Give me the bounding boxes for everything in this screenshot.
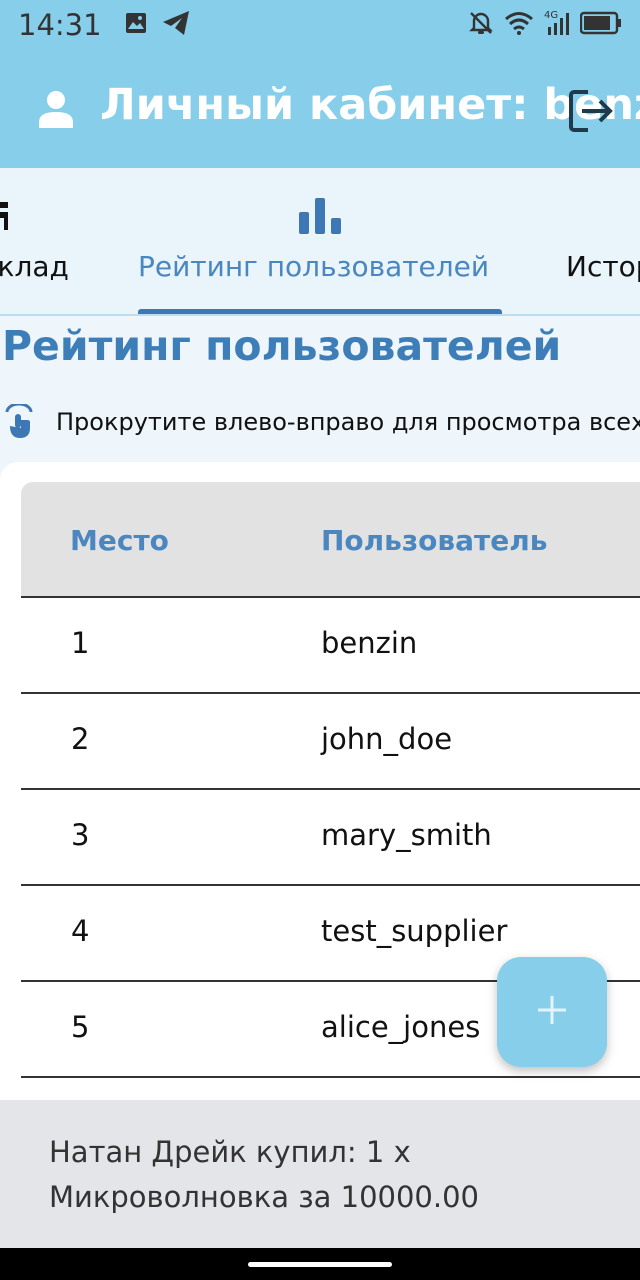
- bell-off-icon: [468, 10, 494, 41]
- tab-label: Рейтинг пользователей: [138, 250, 490, 283]
- user-cell: mary_smith: [321, 818, 492, 852]
- telegram-icon: [162, 10, 190, 41]
- cellular-4g-icon: 4G: [544, 9, 570, 42]
- column-header-user[interactable]: Пользователь: [321, 524, 547, 557]
- table-row[interactable]: 3 mary_smith: [21, 790, 640, 886]
- rank-cell: 3: [71, 818, 90, 852]
- user-cell: alice_jones: [321, 1010, 481, 1044]
- column-header-rank[interactable]: Место: [70, 524, 169, 557]
- swipe-icon: [4, 402, 34, 445]
- gallery-icon: [124, 11, 148, 40]
- rank-cell: 4: [71, 914, 90, 948]
- battery-icon: [579, 11, 622, 40]
- plus-icon: [536, 994, 568, 1031]
- system-nav-bar: [0, 1248, 640, 1280]
- svg-text:4G: 4G: [544, 10, 558, 21]
- bar-chart-icon: [299, 198, 341, 239]
- snackbar-message: Натан Дрейк купил: 1 х Микроволновка за …: [49, 1135, 479, 1214]
- tab-bar: Склад Рейтинг пользователей История: [0, 168, 640, 316]
- home-handle[interactable]: [248, 1262, 392, 1267]
- scroll-hint: Прокрутите влево-вправо для просмотра вс…: [0, 402, 640, 446]
- tab-label: История: [566, 250, 640, 283]
- page-title: Личный кабинет: benzin: [100, 80, 640, 130]
- tab-indicator: [138, 309, 502, 314]
- snackbar: Натан Дрейк купил: 1 х Микроволновка за …: [0, 1100, 640, 1248]
- user-cell: benzin: [321, 626, 418, 660]
- tab-inventory[interactable]: Склад: [0, 168, 120, 314]
- add-button[interactable]: [497, 957, 607, 1067]
- tab-label: Склад: [0, 250, 69, 283]
- user-cell: john_doe: [321, 722, 453, 756]
- inventory-icon: [0, 202, 10, 237]
- user-cell: test_supplier: [321, 914, 508, 948]
- rank-cell: 2: [71, 722, 90, 756]
- status-bar: 14:31 4G: [0, 0, 640, 50]
- wifi-icon: [504, 11, 534, 40]
- scroll-hint-text: Прокрутите влево-вправо для просмотра вс…: [56, 408, 640, 436]
- section-title: Рейтинг пользователей: [2, 322, 562, 370]
- status-time: 14:31: [18, 8, 102, 42]
- table-row[interactable]: 2 john_doe: [21, 694, 640, 790]
- rank-cell: 1: [71, 626, 90, 660]
- rank-cell: 5: [71, 1010, 90, 1044]
- person-icon: [38, 90, 74, 133]
- logout-icon[interactable]: [566, 86, 616, 136]
- table-row[interactable]: 1 benzin: [21, 598, 640, 694]
- table-header: Место Пользователь: [21, 482, 640, 598]
- app-bar: Личный кабинет: benzin: [0, 50, 640, 168]
